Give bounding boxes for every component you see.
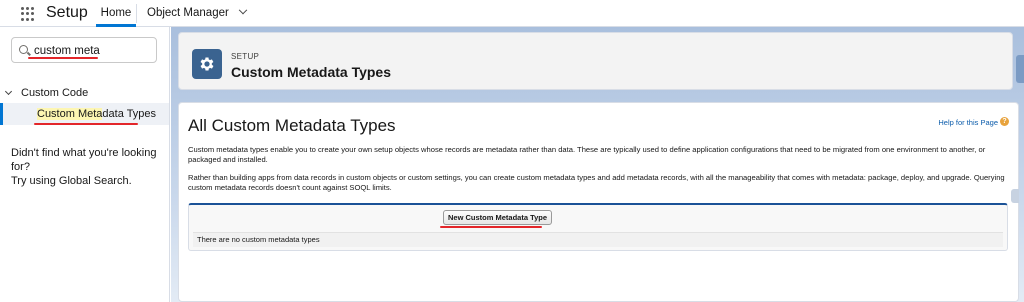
side-panel-handle[interactable] (1016, 55, 1024, 83)
gear-icon (192, 49, 222, 79)
annotation-underline (440, 226, 542, 228)
page-header: SETUP Custom Metadata Types (178, 32, 1013, 90)
header-eyebrow: SETUP (231, 52, 260, 61)
search-highlight: Custom Meta (37, 108, 103, 120)
collapse-handle[interactable] (1011, 189, 1019, 203)
empty-list-message: There are no custom metadata types (193, 232, 1003, 247)
not-found-message: Didn't find what you're looking for? Try… (11, 146, 166, 188)
sidebar-item-custom-metadata-types[interactable]: Custom Metadata Types (0, 103, 169, 125)
sidebar-item-label: Custom Metadata Types (37, 108, 156, 120)
page-header-title: Custom Metadata Types (231, 64, 391, 80)
setup-sidebar: Custom Code Custom Metadata Types Didn't… (0, 27, 170, 302)
quick-find-search[interactable] (11, 37, 157, 63)
tab-home[interactable]: Home (96, 0, 136, 27)
new-custom-metadata-type-button[interactable]: New Custom Metadata Type (443, 210, 553, 225)
tab-object-manager[interactable]: Object Manager (138, 0, 255, 27)
metadata-types-list: New Custom Metadata Type There are no cu… (188, 203, 1008, 251)
main-content: SETUP Custom Metadata Types All Custom M… (171, 27, 1024, 302)
description-paragraph-1: Custom metadata types enable you to crea… (188, 145, 986, 164)
app-name: Setup (46, 4, 88, 21)
description-paragraph-2: Rather than building apps from data reco… (188, 173, 1005, 192)
annotation-underline (28, 57, 98, 59)
top-nav: Setup Home Object Manager (0, 0, 1024, 27)
annotation-underline (34, 123, 138, 125)
help-icon[interactable]: ? (1000, 117, 1009, 126)
search-icon (19, 45, 28, 54)
help-link[interactable]: Help for this Page (938, 118, 998, 127)
tree-group-label: Custom Code (21, 87, 89, 99)
tab-divider (136, 4, 137, 23)
app-launcher-icon[interactable] (21, 7, 35, 21)
tab-object-manager-label: Object Manager (147, 7, 229, 19)
not-found-line1: Didn't find what you're looking for? (11, 147, 157, 173)
label-suffix: data Types (102, 108, 157, 120)
chevron-down-icon[interactable] (4, 87, 13, 96)
page-title: All Custom Metadata Types (188, 116, 396, 135)
tree-group-custom-code[interactable]: Custom Code (4, 87, 89, 99)
chevron-down-icon[interactable] (238, 5, 248, 15)
content-card: All Custom Metadata Types Help for this … (178, 102, 1019, 302)
not-found-line2: Try using Global Search. (11, 175, 132, 187)
